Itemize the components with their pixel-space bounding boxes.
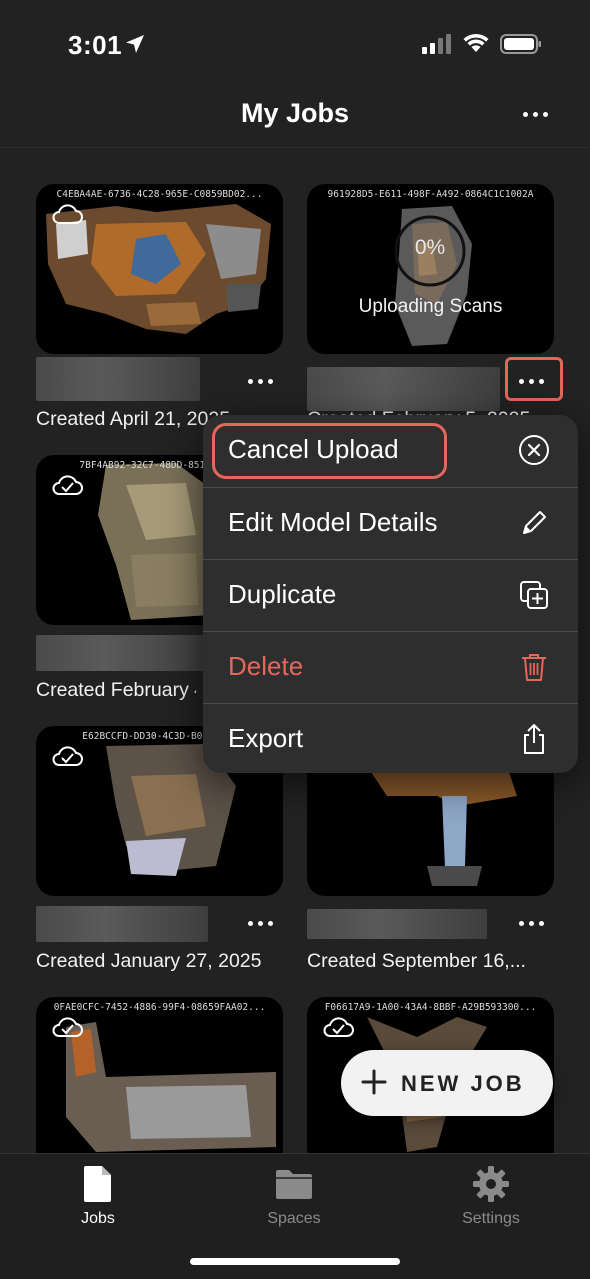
header-more-button[interactable]	[512, 96, 558, 132]
job-id: C4EBA4AE-6736-4C28-965E-C0859BD02...	[56, 189, 263, 200]
battery-icon	[500, 34, 541, 54]
job-more-button[interactable]	[508, 905, 554, 941]
job-more-button[interactable]	[237, 363, 283, 399]
cellular-signal-icon	[422, 34, 451, 54]
job-id: 0FAE0CFC-7452-4886-99F4-08659FAA02...	[53, 1002, 266, 1013]
wifi-icon	[463, 33, 489, 52]
more-icon	[512, 96, 558, 132]
nav-header: My Jobs	[0, 90, 590, 148]
menu-item-export[interactable]: Export	[203, 703, 578, 773]
menu-item-delete[interactable]: Delete	[203, 631, 578, 703]
location-arrow-icon	[126, 35, 144, 53]
job-id: F06617A9-1A00-43A4-8BBF-A29B593300...	[324, 1002, 537, 1013]
tab-jobs[interactable]: Jobs	[33, 1164, 163, 1234]
job-created-date: Created February 4	[36, 679, 196, 701]
job-thumbnail[interactable]: C4EBA4AE-6736-4C28-965E-C0859BD02...	[36, 184, 283, 354]
status-time: 3:01	[68, 30, 123, 60]
cloud-check-icon	[52, 746, 83, 766]
trash-icon	[522, 654, 546, 681]
menu-item-label: Export	[228, 723, 304, 753]
menu-item-edit-model-details[interactable]: Edit Model Details	[203, 487, 578, 559]
status-bar: 3:01	[0, 0, 590, 90]
job-name-redacted	[307, 367, 500, 411]
job-name-redacted	[36, 906, 208, 942]
more-icon	[237, 363, 283, 399]
home-indicator[interactable]	[190, 1258, 400, 1265]
job-created-date: Created January 27, 2025	[36, 950, 262, 972]
more-icon	[508, 905, 554, 941]
new-job-button[interactable]: NEW JOB	[341, 1050, 553, 1116]
job-id: 961928D5-E611-498F-A492-0864C1C1002A	[327, 189, 534, 200]
job-thumbnail[interactable]: 0FAE0CFC-7452-4886-99F4-08659FAA02...	[36, 997, 283, 1167]
new-job-label: NEW JOB	[401, 1071, 525, 1096]
menu-item-label: Edit Model Details	[228, 507, 438, 537]
folder-icon	[276, 1170, 312, 1199]
menu-item-label: Delete	[228, 651, 304, 681]
tab-label: Settings	[462, 1210, 520, 1227]
cloud-check-icon	[52, 1017, 83, 1037]
pencil-icon	[523, 511, 546, 534]
menu-item-duplicate[interactable]: Duplicate	[203, 559, 578, 631]
cloud-check-icon	[323, 1017, 354, 1037]
gear-icon	[473, 1166, 509, 1202]
duplicate-icon	[520, 581, 548, 609]
tab-label: Jobs	[81, 1210, 115, 1227]
upload-progress-value: 0%	[414, 236, 446, 259]
job-name-redacted	[36, 357, 200, 401]
more-icon	[237, 905, 283, 941]
more-button-highlight	[505, 357, 563, 401]
share-icon	[524, 724, 544, 754]
job-name-redacted	[36, 635, 206, 671]
cloud-icon	[52, 204, 83, 224]
page-title: My Jobs	[240, 98, 350, 128]
cloud-check-icon	[52, 475, 83, 495]
document-icon	[84, 1166, 111, 1202]
menu-item-label: Duplicate	[228, 579, 337, 609]
job-created-date: Created September 16,...	[307, 950, 526, 972]
job-thumbnail[interactable]: 961928D5-E611-498F-A492-0864C1C1002A 0% …	[307, 184, 554, 354]
x-circle-icon	[519, 435, 549, 465]
upload-status-text: Uploading Scans	[358, 296, 503, 317]
plus-icon	[361, 1069, 387, 1095]
job-more-button[interactable]	[237, 905, 283, 941]
cancel-upload-highlight	[212, 423, 447, 479]
tab-label: Spaces	[267, 1210, 321, 1227]
job-name-redacted	[307, 909, 487, 939]
tab-spaces[interactable]: Spaces	[229, 1164, 359, 1234]
tab-settings[interactable]: Settings	[426, 1164, 556, 1234]
